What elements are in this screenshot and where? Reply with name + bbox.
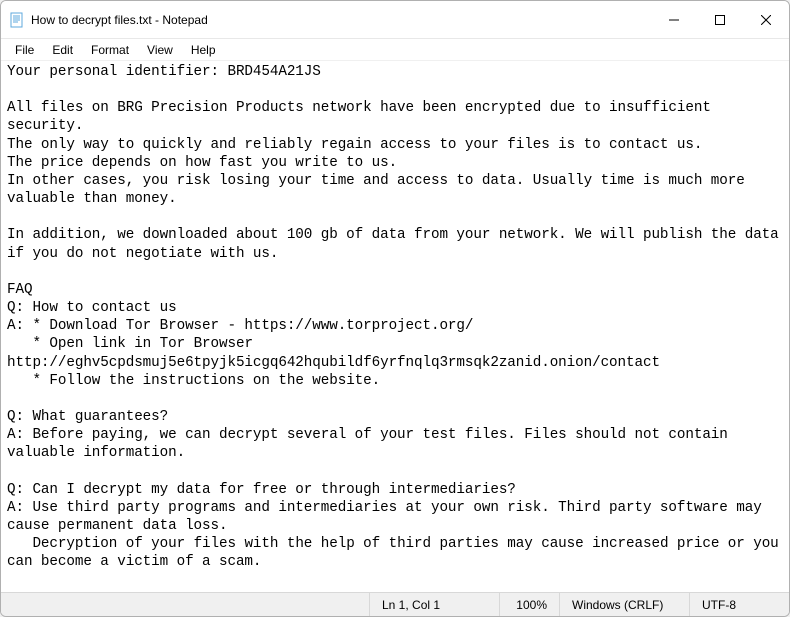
window-controls xyxy=(651,1,789,38)
minimize-button[interactable] xyxy=(651,1,697,38)
close-button[interactable] xyxy=(743,1,789,38)
menu-edit[interactable]: Edit xyxy=(44,41,81,59)
maximize-button[interactable] xyxy=(697,1,743,38)
window-title: How to decrypt files.txt - Notepad xyxy=(31,13,208,27)
status-zoom: 100% xyxy=(499,593,559,616)
status-position: Ln 1, Col 1 xyxy=(369,593,499,616)
menu-help[interactable]: Help xyxy=(183,41,224,59)
menu-view[interactable]: View xyxy=(139,41,181,59)
notepad-icon xyxy=(9,12,25,28)
status-encoding: UTF-8 xyxy=(689,593,789,616)
titlebar[interactable]: How to decrypt files.txt - Notepad xyxy=(1,1,789,39)
text-area[interactable]: Your personal identifier: BRD454A21JS Al… xyxy=(1,61,789,592)
menubar: File Edit Format View Help xyxy=(1,39,789,61)
statusbar: Ln 1, Col 1 100% Windows (CRLF) UTF-8 xyxy=(1,592,789,616)
notepad-window: How to decrypt files.txt - Notepad File … xyxy=(0,0,790,617)
menu-file[interactable]: File xyxy=(7,41,42,59)
menu-format[interactable]: Format xyxy=(83,41,137,59)
status-line-ending: Windows (CRLF) xyxy=(559,593,689,616)
